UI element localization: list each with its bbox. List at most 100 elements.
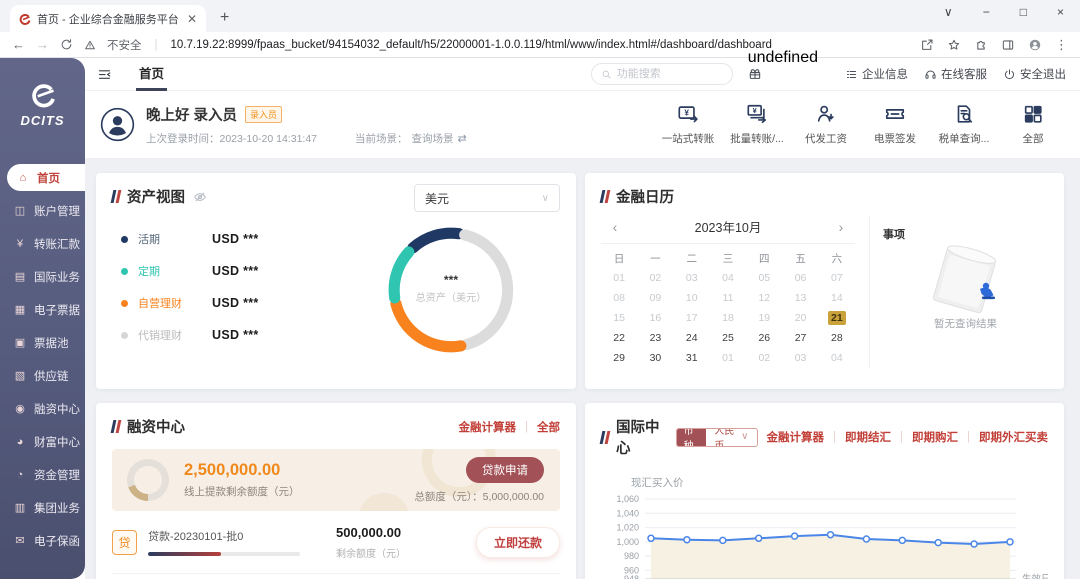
calendar-prev-icon[interactable]: ‹	[605, 219, 625, 235]
calendar-date[interactable]: 26	[746, 328, 782, 348]
calendar-date[interactable]: 11	[710, 288, 746, 308]
currency-type-select[interactable]: 币种 人民币∨	[676, 428, 758, 447]
quick-action-电票签发[interactable]: 电票签发	[864, 103, 926, 146]
wealth-icon: ◕	[13, 436, 27, 448]
tab-close-icon[interactable]: ✕	[187, 12, 197, 26]
financing-link-0[interactable]: 金融计算器	[450, 419, 526, 435]
minimize-icon[interactable]: −	[983, 5, 990, 19]
search-input[interactable]	[617, 68, 723, 80]
sidebar-item-集团业务[interactable]: ▥ 集团业务	[0, 491, 85, 524]
calendar-date[interactable]: 01	[601, 268, 637, 288]
batch-transfer-icon: ¥	[746, 103, 768, 125]
sidebar-item-label: 财富中心	[34, 434, 80, 450]
reload-icon[interactable]	[60, 38, 73, 51]
calendar-date[interactable]: 20	[782, 308, 818, 328]
calendar-date-today[interactable]: 21	[819, 308, 855, 328]
calendar-date[interactable]: 03	[674, 268, 710, 288]
calendar-date[interactable]: 22	[601, 328, 637, 348]
calendar-date[interactable]: 14	[819, 288, 855, 308]
intl-link-1[interactable]: 即期结汇	[836, 429, 900, 445]
calendar-date[interactable]: 07	[819, 268, 855, 288]
top-nav-安全退出[interactable]: 安全退出	[1003, 66, 1066, 82]
day-header: 四	[746, 248, 782, 268]
calendar-date[interactable]: 16	[637, 308, 673, 328]
role-badge: 录入员	[245, 106, 282, 123]
refresh-icon[interactable]: undefined	[748, 49, 818, 66]
gift-icon[interactable]	[748, 67, 830, 81]
top-nav-在线客服[interactable]: 在线客服	[924, 66, 987, 82]
calendar-date[interactable]: 08	[601, 288, 637, 308]
calendar-date[interactable]: 03	[782, 348, 818, 368]
tab-home[interactable]: 首页	[136, 58, 167, 91]
calendar-date[interactable]: 29	[601, 348, 637, 368]
calendar-date[interactable]: 24	[674, 328, 710, 348]
calendar-date[interactable]: 04	[710, 268, 746, 288]
browser-tab[interactable]: 首页 - 企业综合金融服务平台 ✕	[10, 5, 206, 32]
calendar-date[interactable]: 10	[674, 288, 710, 308]
sidebar-item-label: 集团业务	[34, 500, 80, 516]
quick-action-label: 电票签发	[874, 131, 916, 146]
close-window-icon[interactable]: ×	[1057, 5, 1064, 19]
sidebar-item-首页[interactable]: ⌂ 首页	[7, 164, 85, 191]
calendar-date[interactable]: 19	[746, 308, 782, 328]
card-mark-icon	[601, 190, 609, 203]
quick-action-税单查询...[interactable]: 税单查询...	[933, 103, 995, 146]
calendar-date[interactable]: 28	[819, 328, 855, 348]
new-tab-button[interactable]: +	[220, 9, 229, 27]
asset-view-card: 资产视图 美元 ∨ 活期 USD *** 定期 USD *** 自营理财 USD…	[96, 173, 576, 389]
calendar-date[interactable]: 15	[601, 308, 637, 328]
hide-amounts-eye-icon[interactable]	[193, 190, 207, 204]
function-search[interactable]	[591, 63, 733, 85]
sidebar: DCITS ⌂ 首页 ◫ 账户管理 ¥ 转账汇款 ▤ 国际业务 ▦ 电子票据 ▣…	[0, 58, 85, 579]
calendar-date[interactable]: 02	[637, 268, 673, 288]
calendar-date[interactable]: 17	[674, 308, 710, 328]
sidebar-item-融资中心[interactable]: ◉ 融资中心	[0, 392, 85, 425]
sidebar-item-转账汇款[interactable]: ¥ 转账汇款	[0, 227, 85, 260]
calendar-date[interactable]: 09	[637, 288, 673, 308]
sidebar-item-国际业务[interactable]: ▤ 国际业务	[0, 260, 85, 293]
top-nav-企业信息[interactable]: 企业信息	[845, 66, 908, 82]
calendar-date[interactable]: 05	[746, 268, 782, 288]
loan-apply-button[interactable]: 贷款申请	[466, 457, 544, 483]
maximize-icon[interactable]: □	[1020, 5, 1027, 19]
sidebar-item-供应链[interactable]: ▧ 供应链	[0, 359, 85, 392]
calendar-date[interactable]: 04	[819, 348, 855, 368]
intl-link-3[interactable]: 即期外汇买卖	[970, 429, 1048, 445]
quick-action-一站式转账[interactable]: ¥ 一站式转账	[657, 103, 719, 146]
calendar-date[interactable]: 01	[710, 348, 746, 368]
calendar-next-icon[interactable]: ›	[831, 219, 851, 235]
sidebar-item-电子票据[interactable]: ▦ 电子票据	[0, 293, 85, 326]
intl-link-0[interactable]: 金融计算器	[758, 429, 834, 445]
not-secure-warning-icon[interactable]	[84, 39, 96, 51]
sidebar-item-财富中心[interactable]: ◕ 财富中心	[0, 425, 85, 458]
sidebar-item-电子保函[interactable]: ✉ 电子保函	[0, 524, 85, 557]
calendar-date[interactable]: 25	[710, 328, 746, 348]
collapse-sidebar-icon[interactable]	[97, 67, 112, 82]
back-icon[interactable]: ←	[12, 37, 25, 52]
intl-link-2[interactable]: 即期购汇	[903, 429, 967, 445]
calendar-date[interactable]: 12	[746, 288, 782, 308]
calendar-date[interactable]: 18	[710, 308, 746, 328]
calendar-date[interactable]: 02	[746, 348, 782, 368]
loan-row: 贷 贷款-20230101-批0 500,000.00 剩余额度（元） 立即还款	[112, 524, 560, 574]
calendar-date[interactable]: 27	[782, 328, 818, 348]
quick-action-代发工资[interactable]: 代发工资	[795, 103, 857, 146]
quick-action-批量转账/...[interactable]: ¥ 批量转账/...	[726, 103, 788, 146]
quick-action-全部[interactable]: 全部	[1002, 103, 1064, 146]
switch-scene-icon[interactable]: ⇄	[458, 132, 467, 145]
chevron-down-icon: ∨	[741, 431, 748, 442]
calendar-date[interactable]: 30	[637, 348, 673, 368]
calendar-date[interactable]: 13	[782, 288, 818, 308]
sidebar-item-账户管理[interactable]: ◫ 账户管理	[0, 194, 85, 227]
forward-icon[interactable]: →	[36, 37, 49, 52]
chrome-menu-chevron-icon[interactable]: ∨	[944, 5, 953, 19]
currency-select[interactable]: 美元 ∨	[414, 184, 560, 212]
repay-now-button[interactable]: 立即还款	[476, 527, 560, 558]
sidebar-item-票据池[interactable]: ▣ 票据池	[0, 326, 85, 359]
sidebar-item-资金管理[interactable]: ◔ 资金管理	[0, 458, 85, 491]
calendar-date[interactable]: 23	[637, 328, 673, 348]
calendar-date[interactable]: 06	[782, 268, 818, 288]
financing-link-1[interactable]: 全部	[528, 419, 560, 435]
card-mark-icon	[112, 420, 120, 433]
calendar-date[interactable]: 31	[674, 348, 710, 368]
